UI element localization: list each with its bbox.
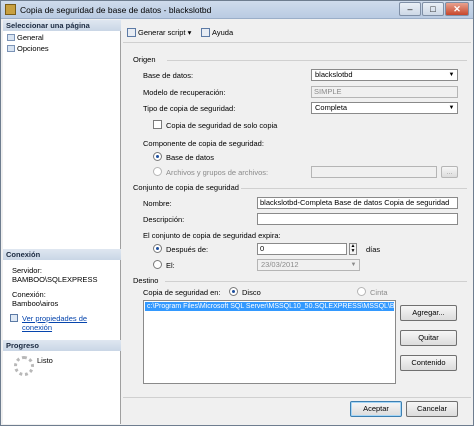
component-files-label: Archivos y grupos de archivos:	[166, 168, 269, 177]
properties-icon	[10, 314, 18, 322]
toolbar: Generar script ▾ Ayuda	[123, 21, 471, 43]
script-icon	[127, 28, 136, 37]
nav-item-general[interactable]: General	[7, 33, 44, 43]
copy-only-label: Copia de seguridad de solo copia	[166, 121, 278, 130]
database-value: blackslotbd	[315, 70, 353, 79]
nav-item-opciones[interactable]: Opciones	[7, 44, 49, 54]
window-title: Copia de seguridad de base de datos - bl…	[20, 5, 212, 15]
expire-days-input[interactable]: 0	[257, 243, 347, 255]
days-spinner[interactable]: ▲ ▼	[349, 243, 357, 255]
database-label: Base de datos:	[143, 71, 194, 80]
destination-list[interactable]: c:\Program Files\Microsoft SQL Server\MS…	[143, 300, 396, 384]
expire-date-picker[interactable]: 23/03/2012 ▼	[257, 259, 360, 271]
days-label: días	[366, 245, 381, 254]
calendar-dropdown-icon: ▼	[350, 262, 357, 268]
server-value: BAMBOO\SQLEXPRESS	[12, 275, 98, 284]
nav-item-label: Opciones	[17, 44, 49, 53]
copy-only-checkbox[interactable]	[153, 120, 162, 129]
recovery-model-label: Modelo de recuperación:	[143, 88, 226, 97]
contents-button[interactable]: Contenido	[400, 355, 457, 371]
component-files-radio[interactable]	[153, 167, 162, 176]
generate-script-button[interactable]: Generar script ▾	[127, 27, 191, 39]
component-label: Componente de copia de seguridad:	[143, 139, 264, 148]
divider	[165, 281, 467, 282]
minimize-button[interactable]: –	[399, 2, 421, 16]
progress-heading: Progreso	[3, 340, 121, 351]
expire-date-value: 23/03/2012	[261, 260, 299, 269]
divider	[241, 188, 467, 189]
backup-name-input[interactable]: blackslotbd-Completa Base de datos Copia…	[257, 197, 458, 209]
backup-dialog: Copia de seguridad de base de datos - bl…	[0, 0, 474, 426]
select-page-heading: Seleccionar una página	[3, 20, 121, 31]
backup-type-select[interactable]: Completa ▼	[311, 102, 458, 114]
disk-label: Disco	[242, 288, 261, 297]
general-page: Origen Base de datos: blackslotbd ▼ Mode…	[123, 45, 471, 397]
tape-label: Cinta	[370, 288, 388, 297]
disk-radio[interactable]	[229, 287, 238, 296]
chevron-down-icon: ▼	[448, 72, 455, 78]
close-button[interactable]: ✕	[445, 2, 469, 16]
backup-type-label: Tipo de copia de seguridad:	[143, 104, 236, 113]
database-select[interactable]: blackslotbd ▼	[311, 69, 458, 81]
remove-destination-button[interactable]: Quitar	[400, 330, 457, 346]
app-icon	[5, 4, 16, 15]
origin-heading: Origen	[133, 55, 156, 64]
description-input[interactable]	[257, 213, 458, 225]
help-label: Ayuda	[212, 28, 234, 37]
server-label: Servidor:	[12, 266, 43, 275]
destination-heading: Destino	[133, 276, 159, 285]
generate-script-label: Generar script	[138, 28, 186, 37]
connection-label: Conexión:	[12, 290, 46, 299]
nav-item-label: General	[17, 33, 44, 42]
page-icon	[7, 34, 15, 41]
left-panel: Seleccionar una página General Opciones …	[3, 20, 121, 424]
tape-radio[interactable]	[357, 287, 366, 296]
progress-status: Listo	[37, 356, 53, 365]
expire-on-label: El:	[166, 261, 175, 270]
expire-after-radio[interactable]	[153, 244, 162, 253]
files-field	[311, 166, 437, 178]
accept-button[interactable]: Aceptar	[350, 401, 402, 417]
list-item[interactable]: c:\Program Files\Microsoft SQL Server\MS…	[145, 302, 394, 311]
divider	[167, 60, 467, 61]
backup-set-heading: Conjunto de copia de seguridad	[133, 183, 239, 192]
connection-heading: Conexión	[3, 249, 121, 260]
help-icon	[201, 28, 210, 37]
divider	[123, 397, 471, 398]
component-database-radio[interactable]	[153, 152, 162, 161]
view-connection-properties-link[interactable]: Ver propiedades de	[22, 314, 87, 323]
view-connection-properties-link-line2[interactable]: conexión	[22, 323, 52, 332]
backup-to-label: Copia de seguridad en:	[143, 288, 221, 297]
connection-value: Bamboo\airos	[12, 299, 59, 308]
recovery-model-field: SIMPLE	[311, 86, 458, 98]
help-button[interactable]: Ayuda	[201, 27, 233, 39]
backup-type-value: Completa	[315, 103, 348, 112]
title-bar[interactable]: Copia de seguridad de base de datos - bl…	[1, 1, 473, 19]
add-destination-button[interactable]: Agregar...	[400, 305, 457, 321]
name-label: Nombre:	[143, 199, 172, 208]
cancel-button[interactable]: Cancelar	[406, 401, 458, 417]
expire-after-label: Después de:	[166, 245, 209, 254]
chevron-down-icon: ▾	[187, 28, 192, 37]
progress-spinner-icon	[14, 356, 34, 376]
expire-on-radio[interactable]	[153, 260, 162, 269]
page-icon	[7, 45, 15, 52]
component-database-label: Base de datos	[166, 153, 214, 162]
maximize-button[interactable]: □	[422, 2, 444, 16]
description-label: Descripción:	[143, 215, 185, 224]
chevron-down-icon: ▼	[448, 105, 455, 111]
browse-files-button[interactable]: ...	[441, 166, 458, 178]
expires-label: El conjunto de copia de seguridad expira…	[143, 231, 281, 240]
